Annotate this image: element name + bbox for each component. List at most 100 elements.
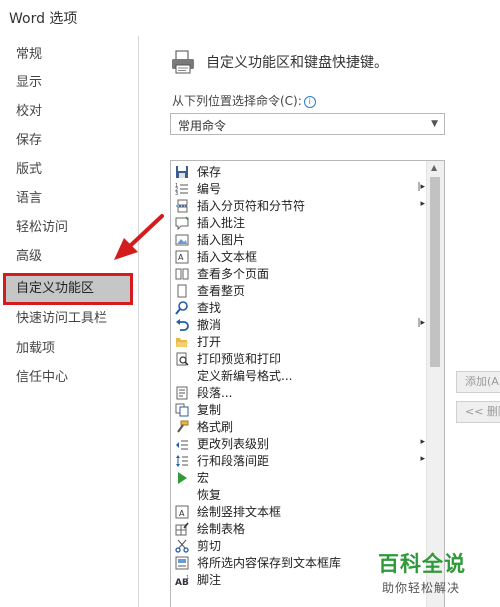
line-spacing-icon [176, 455, 188, 467]
print-preview-icon [176, 352, 189, 366]
list-item-label: 段落... [197, 386, 233, 400]
watermark-sub-text: 助你轻松解决 [382, 581, 461, 595]
list-item[interactable]: A 绘制竖排文本框 [173, 504, 427, 521]
watermark-logo: 百科全说 助你轻松解决 [375, 548, 500, 607]
list-item[interactable]: 插入分页符和分节符 ▸ [173, 198, 427, 215]
svg-text:3: 3 [175, 191, 178, 196]
customize-ribbon-icon [172, 50, 194, 74]
list-item-label: 复制 [197, 403, 222, 417]
save-to-gallery-icon [175, 556, 189, 570]
list-item-label: 定义新编号格式... [197, 369, 293, 383]
scroll-thumb[interactable] [430, 177, 440, 367]
list-item-label: 编号 [197, 182, 222, 196]
svg-text:A: A [179, 509, 185, 518]
annotation-arrow [114, 214, 164, 260]
sidebar-item-language[interactable]: 语言 [6, 186, 130, 212]
submenu-indicator: |▸ [417, 318, 425, 328]
list-item-label: 宏 [197, 471, 210, 485]
list-item[interactable]: 行和段落间距 ▸ [173, 453, 427, 470]
list-item[interactable]: A 插入文本框 [173, 249, 427, 266]
one-page-icon [177, 284, 187, 298]
list-item-label: 撤消 [197, 318, 222, 332]
info-icon: i [303, 96, 316, 108]
submenu-indicator: ▸ [420, 454, 425, 464]
numbering-icon: 123 [175, 183, 188, 196]
choose-commands-label: 从下列位置选择命令(C): i [172, 92, 316, 109]
list-item[interactable]: 查看整页 [173, 283, 427, 300]
submenu-indicator: ▸ [420, 437, 425, 447]
scroll-up-icon[interactable]: ▲ [431, 163, 437, 172]
sidebar-item-layout[interactable]: 版式 [6, 157, 130, 183]
list-item-label: 行和段落间距 [197, 454, 270, 468]
sidebar-item-general[interactable]: 常规 [6, 42, 130, 68]
list-item[interactable]: 恢复 [173, 487, 427, 504]
list-item-label: 保存 [197, 165, 222, 179]
list-item-label: 查找 [197, 301, 222, 315]
list-item[interactable]: 123 编号 |▸ [173, 181, 427, 198]
commands-list-scrollbar[interactable]: ▲ [426, 161, 444, 607]
list-item[interactable]: 保存 [173, 164, 427, 181]
sidebar-item-customize-ribbon[interactable]: 自定义功能区 [3, 273, 133, 305]
list-item[interactable]: 插入图片 [173, 232, 427, 249]
list-item[interactable]: 绘制表格 [173, 521, 427, 538]
section-header: 自定义功能区和键盘快捷键。 [206, 55, 388, 71]
undo-icon [176, 319, 189, 331]
list-item[interactable]: 查找 [173, 300, 427, 317]
list-item[interactable]: 格式刷 [173, 419, 427, 436]
commands-list[interactable]: 保存 123 编号 |▸ 插入分页符和分节符 ▸ 插入批注 插入图片 A 插入文… [170, 160, 445, 607]
dropdown-value: 常用命令 [178, 119, 227, 133]
list-item[interactable]: 打印预览和打印 [173, 351, 427, 368]
remove-button[interactable]: << 删除(R) [456, 401, 500, 423]
list-level-icon [176, 440, 188, 450]
list-item-label: 插入分页符和分节符 [197, 199, 306, 213]
macro-icon [178, 472, 187, 484]
list-item-label: 格式刷 [197, 420, 234, 434]
draw-table-icon [175, 522, 189, 536]
cut-icon [175, 539, 189, 553]
list-item[interactable]: 打开 [173, 334, 427, 351]
sidebar-item-display[interactable]: 显示 [6, 70, 130, 96]
sidebar-item-save[interactable]: 保存 [6, 128, 130, 154]
sidebar-item-trust-center[interactable]: 信任中心 [6, 365, 130, 391]
paragraph-icon [176, 386, 188, 400]
list-item-label: 插入图片 [197, 233, 246, 247]
format-painter-icon [177, 420, 189, 433]
add-button[interactable]: 添加(A) >> [456, 371, 500, 393]
list-item-label: 更改列表级别 [197, 437, 270, 451]
list-item[interactable]: 查看多个页面 [173, 266, 427, 283]
list-item-label: 脚注 [197, 573, 222, 587]
choose-commands-dropdown[interactable]: 常用命令 ▼ [170, 113, 445, 135]
list-item-label: 将所选内容保存到文本框库 [197, 556, 342, 570]
list-item-label: 查看整页 [197, 284, 246, 298]
chevron-down-icon: ▼ [431, 119, 438, 129]
list-item-label: 剪切 [197, 539, 222, 553]
vertical-textbox-icon: A [175, 505, 189, 519]
picture-icon [175, 234, 189, 246]
list-item-label: 打开 [197, 335, 222, 349]
sidebar-item-proofing[interactable]: 校对 [6, 99, 130, 125]
copy-icon [175, 403, 189, 417]
list-item[interactable]: 复制 [173, 402, 427, 419]
list-item[interactable]: 宏 [173, 470, 427, 487]
sidebar-item-addins[interactable]: 加载项 [6, 336, 130, 362]
textbox-icon: A [175, 250, 189, 264]
watermark-main-text: 百科全说 [378, 552, 466, 576]
submenu-indicator: ▸ [420, 199, 425, 209]
list-item-label: 插入文本框 [197, 250, 258, 264]
options-sidebar: 常规 显示 校对 保存 版式 语言 轻松访问 高级 自定义功能区 快速访问工具栏… [0, 36, 139, 607]
sidebar-item-quick-access-toolbar[interactable]: 快速访问工具栏 [6, 306, 130, 332]
list-item[interactable]: 撤消 |▸ [173, 317, 427, 334]
list-item[interactable]: 定义新编号格式... [173, 368, 427, 385]
window-title: Word 选项 [9, 11, 78, 27]
list-item[interactable]: 插入批注 [173, 215, 427, 232]
title-bar: Word 选项 [0, 0, 500, 34]
submenu-indicator: |▸ [417, 182, 425, 192]
list-item[interactable]: 段落... [173, 385, 427, 402]
list-item-label: 绘制竖排文本框 [197, 505, 282, 519]
list-item-label: 恢复 [197, 488, 222, 502]
page-break-icon [176, 199, 188, 213]
open-folder-icon [176, 338, 188, 347]
list-item-label: 查看多个页面 [197, 267, 270, 281]
footnote-icon: AB1 [175, 575, 189, 587]
list-item[interactable]: 更改列表级别 ▸ [173, 436, 427, 453]
